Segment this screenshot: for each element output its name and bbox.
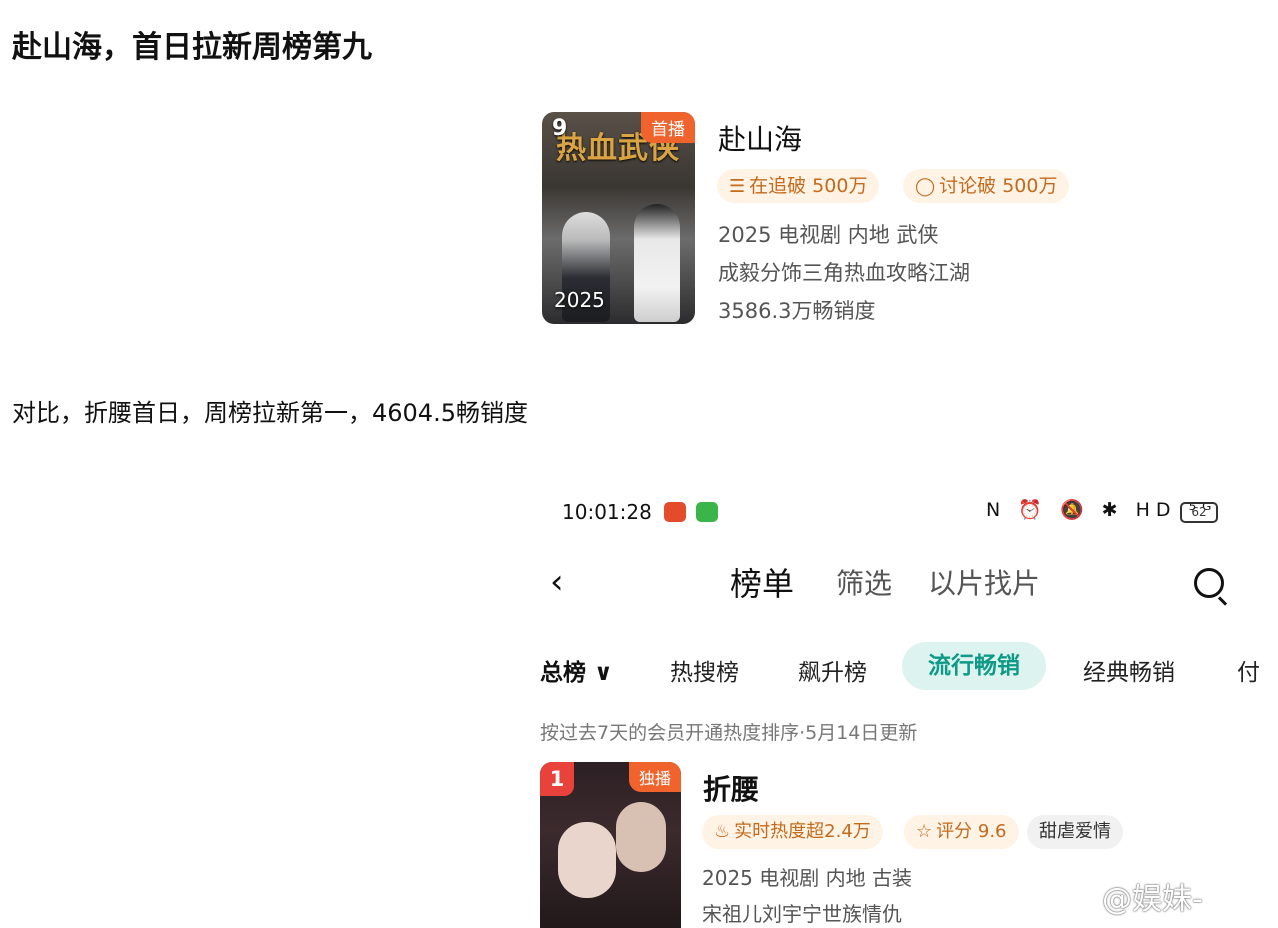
poster-image[interactable]: 热血武侠 9 首播 2025: [542, 112, 695, 324]
app-notification-icon: [664, 502, 686, 522]
category-classic-bestselling[interactable]: 经典畅销: [1083, 653, 1175, 687]
rank-number: 9: [552, 116, 568, 141]
poster-figure-left: [558, 822, 616, 898]
drama-title[interactable]: 折腰: [703, 768, 759, 808]
premiere-badge: 首播: [641, 112, 695, 143]
tab-find-by-film[interactable]: 以片找片: [928, 562, 1040, 602]
drama-meta: 2025 电视剧 内地 武侠: [718, 223, 939, 247]
post-title: 赴山海，首日拉新周榜第九: [12, 30, 372, 65]
back-arrow-icon[interactable]: ‹: [550, 562, 564, 602]
weibo-watermark: @娱妹-: [1102, 882, 1203, 917]
phone-screenshot: 10:01:28 N ⏰ 🔕 ✱ HD ⁵ᴳ 62 ‹ 榜单 筛选 以片找片 总…: [540, 490, 1278, 928]
category-popular-bestselling[interactable]: 流行畅销: [902, 642, 1046, 690]
category-rising[interactable]: 飙升榜: [798, 653, 867, 687]
search-icon[interactable]: [1194, 568, 1224, 598]
flame-icon: ♨: [714, 821, 731, 842]
drama-description: 宋祖儿刘宇宁世族情仇: [702, 902, 902, 926]
category-paid[interactable]: 付: [1237, 653, 1260, 687]
status-time: 10:01:28: [562, 500, 652, 524]
poster-image[interactable]: 1 独播: [540, 762, 681, 928]
tab-filter[interactable]: 筛选: [836, 562, 892, 602]
ranking-subtitle: 按过去7天的会员开通热度排序·5月14日更新: [540, 722, 918, 744]
rank-number: 1: [540, 762, 574, 796]
drama-card-fushanhai[interactable]: 热血武侠 9 首播 2025 赴山海 ☰ 在追破 500万 ◯ 讨论破 500万 2…: [542, 112, 1102, 327]
realtime-heat-tag: ♨ 实时热度超2.4万: [702, 815, 883, 849]
category-total-dropdown[interactable]: 总榜 ∨: [540, 653, 613, 687]
drama-title[interactable]: 赴山海: [718, 118, 802, 158]
category-hot-search[interactable]: 热搜榜: [670, 653, 739, 687]
discussion-count-tag: ◯ 讨论破 500万: [903, 169, 1070, 203]
drama-meta: 2025 电视剧 内地 古装: [702, 866, 912, 890]
post-comparison-text: 对比，折腰首日，周榜拉新第一，4604.5畅销度: [12, 399, 528, 427]
genre-tag: 甜虐爱情: [1027, 815, 1123, 849]
rating-tag: ☆ 评分 9.6: [904, 815, 1019, 849]
poster-year: 2025: [554, 288, 605, 312]
drama-description: 成毅分饰三角热血攻略江湖: [718, 261, 970, 285]
poster-figure-right: [616, 802, 666, 872]
battery-icon: 62: [1180, 502, 1218, 523]
list-check-icon: ☰: [729, 176, 746, 197]
chat-bubble-icon: ◯: [915, 176, 936, 197]
tab-ranking[interactable]: 榜单: [730, 559, 794, 605]
exclusive-badge: 独播: [628, 762, 681, 792]
poster-figure-right: [634, 204, 680, 322]
star-icon: ☆: [916, 821, 933, 842]
follow-count-tag: ☰ 在追破 500万: [717, 169, 880, 203]
drama-sales: 3586.3万畅销度: [718, 299, 876, 323]
message-notification-icon: [696, 502, 718, 522]
